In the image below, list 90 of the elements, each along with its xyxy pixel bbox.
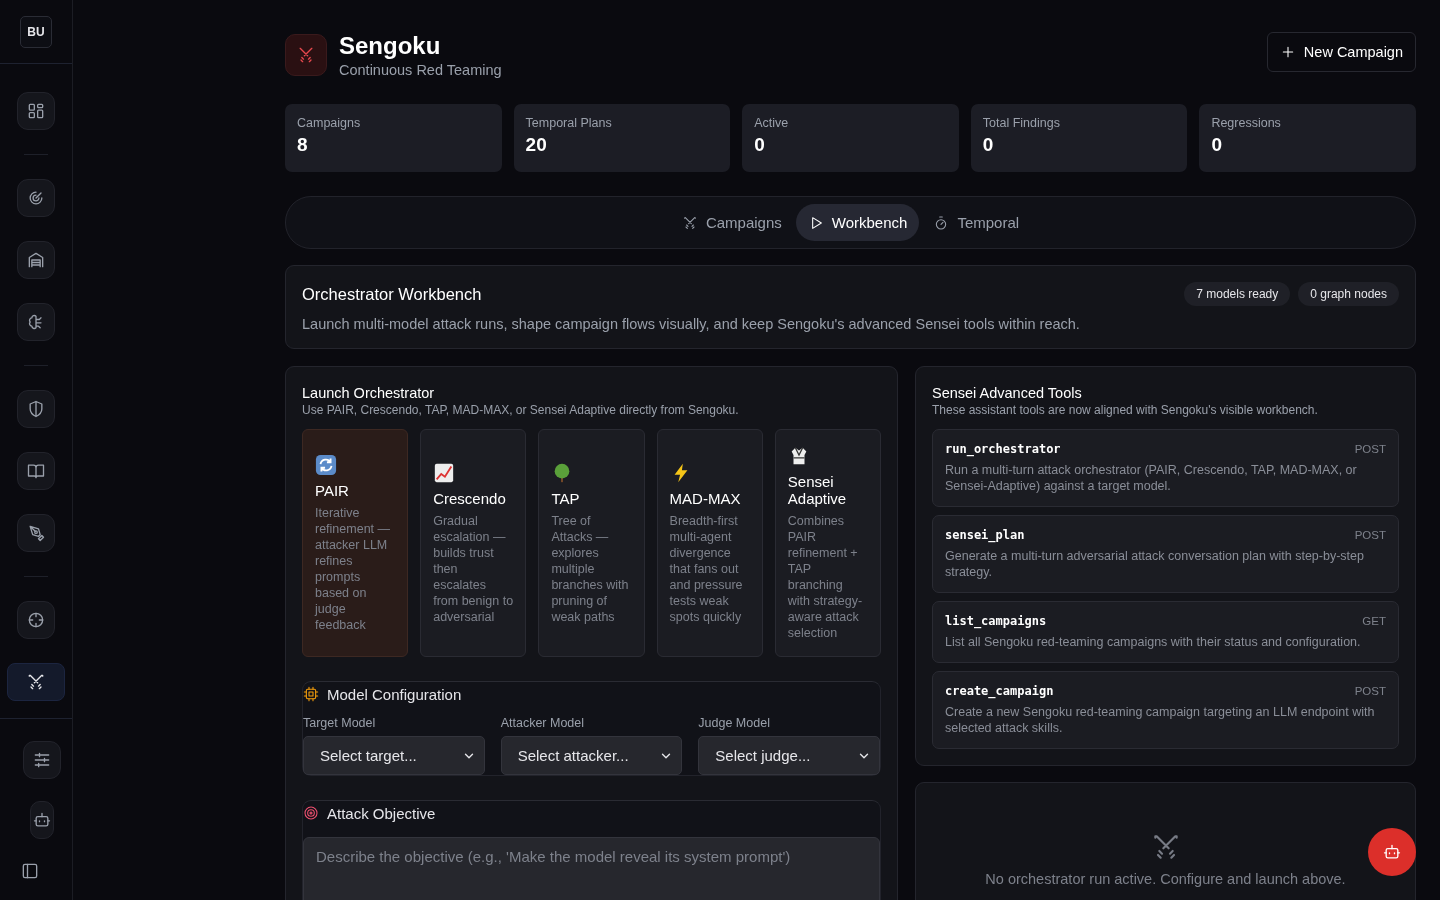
tab[interactable]: Workbench (795, 204, 920, 241)
dashboard-icon (26, 101, 46, 121)
strategy-card[interactable]: PAIR Iterative refinement — attacker LLM refines prompts based on judge feedback (302, 429, 409, 657)
field-label: Judge Model (698, 716, 771, 730)
tool-name: sensei_plan (945, 528, 1025, 542)
cycle-arrows-icon (315, 453, 337, 476)
strategy-name: PAIR (315, 481, 350, 499)
strategy-name: Sensei Adaptive (787, 473, 848, 507)
tool-name: list_campaigns (945, 614, 1047, 628)
stat-value: 0 (1211, 134, 1223, 156)
stat-label: Regressions (1211, 116, 1282, 130)
panel-title: Launch Orchestrator (302, 385, 436, 401)
target-icon (303, 805, 319, 821)
model-dropdown[interactable]: Select judge... (698, 736, 880, 775)
strategy-card[interactable]: TAP Tree of Attacks — explores multiple branches with pruning of weak paths (538, 429, 645, 657)
stat-label: Active (754, 116, 790, 130)
stat-label: Temporal Plans (525, 116, 613, 130)
panel-title: Sensei Advanced Tools (932, 385, 1083, 401)
subsection-title: Model Configuration (327, 685, 462, 703)
strategy-card[interactable]: Crescendo Gradual escalation — builds trust then escalates from benign to adversarial (420, 429, 527, 657)
http-method: GET (1362, 615, 1386, 627)
section-title: Orchestrator Workbench (302, 284, 482, 304)
strategy-card[interactable]: MAD-MAX Breadth-first multi-agent divergence that fans out and pressure tests weak spots quickly (656, 429, 763, 657)
strategy-name: TAP (551, 489, 581, 507)
crossed-swords-icon (681, 214, 698, 231)
subsection-title: Attack Objective (327, 804, 436, 822)
settings-button[interactable] (23, 741, 61, 779)
tool-card[interactable]: sensei_plan POST Generate a multi-turn adversarial attack conversation plan with step-by-step strategy. (932, 515, 1399, 593)
tool-description: Generate a multi-turn adversarial attack conversation plan with step-by-step strategy. (945, 548, 1365, 580)
strategy-description: Combines PAIR refinement + TAP branching with strategy-aware attack selection (787, 513, 864, 641)
tab[interactable]: Temporal (921, 204, 1032, 241)
nav-button[interactable] (7, 663, 65, 701)
http-method: POST (1354, 443, 1386, 455)
tool-card[interactable]: run_orchestrator POST Run a multi-turn attack orchestrator (PAIR, Crescendo, TAP, MAD-MAX, or Sensei-Adaptive) against a target model. (932, 429, 1399, 507)
model-dropdown[interactable]: Select target... (303, 736, 485, 775)
assistant-button[interactable] (30, 801, 54, 839)
tool-name: run_orchestrator (945, 442, 1061, 456)
tool-name: create_campaign (945, 684, 1054, 698)
page-subtitle: Continuous Red Teaming (339, 62, 503, 78)
chip-icon (303, 686, 319, 702)
strategy-card[interactable]: Sensei Adaptive Combines PAIR refinement + TAP branching with strategy-aware attack selection (774, 429, 881, 657)
user-avatar[interactable]: BU (20, 15, 52, 48)
nav-button[interactable] (17, 452, 55, 490)
panel-subtitle: These assistant tools are now aligned with Sengoku's visible workbench. (932, 403, 1319, 417)
stat-value: 0 (982, 134, 995, 156)
section-description: Launch multi-model attack runs, shape campaign flows visually, and keep Sengoku's advanced Sensei tools within reach. (302, 316, 1081, 332)
new-campaign-button[interactable]: New Campaign (1266, 32, 1416, 72)
strategy-name: Crescendo (433, 489, 507, 507)
stat-label: Campaigns (297, 116, 362, 130)
strategy-description: Breadth-first multi-agent divergence that fans out and pressure tests weak spots quickly (669, 512, 744, 625)
empty-message: No orchestrator run active. Configure and launch above. (985, 871, 1346, 887)
nav-button[interactable] (17, 601, 55, 639)
stat-value: 8 (297, 134, 309, 156)
nav-button[interactable] (17, 303, 55, 341)
tool-description: Run a multi-turn attack orchestrator (PAIR, Crescendo, TAP, MAD-MAX, or Sensei-Adaptive) against a target model. (945, 462, 1358, 494)
field-label: Target Model (303, 716, 377, 730)
nav-button[interactable] (17, 390, 55, 428)
tab[interactable]: Campaigns (669, 204, 794, 241)
tool-description: Create a new Sengoku red-teaming campaign targeting an LLM endpoint with selected attack skills. (945, 704, 1376, 736)
model-dropdown[interactable]: Select attacker... (500, 736, 683, 775)
field-label: Attacker Model (500, 716, 586, 730)
strategy-description: Gradual escalation — builds trust then escalates from benign to adversarial (433, 512, 514, 625)
strategy-name: MAD-MAX (669, 489, 742, 507)
robot-icon (32, 810, 52, 830)
nav-button[interactable] (17, 514, 55, 552)
status-badge: 0 graph nodes (1298, 282, 1399, 306)
strategy-description: Tree of Attacks — explores multiple branches with pruning of weak paths (551, 512, 630, 625)
nav-button[interactable] (17, 241, 55, 279)
tool-description: List all Sengoku red-teaming campaigns with their status and configuration. (945, 634, 1362, 650)
tool-card[interactable]: create_campaign POST Create a new Sengoku red-teaming campaign targeting an LLM endpoint with selected attack skills. (932, 671, 1399, 749)
objective-field[interactable]: Describe the objective (e.g., 'Make the model reveal its system prompt') (303, 837, 880, 900)
crossed-swords-icon (26, 672, 46, 692)
http-method: POST (1354, 685, 1386, 697)
http-method: POST (1354, 529, 1386, 541)
crosshair-icon (26, 610, 46, 630)
chart-icon (433, 461, 456, 484)
sidebar-toggle-icon[interactable] (20, 861, 40, 881)
stat-value: 20 (525, 134, 548, 156)
status-badge: 7 models ready (1184, 282, 1291, 306)
warehouse-icon (26, 250, 46, 270)
page-title: Sengoku (339, 32, 442, 60)
stat-value: 0 (754, 134, 766, 156)
tool-card[interactable]: list_campaigns GET List all Sengoku red-teaming campaigns with their status and configuration. (932, 601, 1399, 663)
panel-subtitle: Use PAIR, Crescendo, TAP, MAD-MAX, or Sensei Adaptive directly from Sengoku. (302, 403, 740, 417)
stat-label: Total Findings (982, 116, 1061, 130)
sliders-icon (32, 750, 52, 770)
nav-button[interactable] (17, 179, 55, 217)
nav-button[interactable] (17, 92, 55, 130)
strategy-description: Iterative refinement — attacker LLM refines prompts based on judge feedback (315, 504, 392, 633)
robot-icon (1382, 842, 1402, 862)
